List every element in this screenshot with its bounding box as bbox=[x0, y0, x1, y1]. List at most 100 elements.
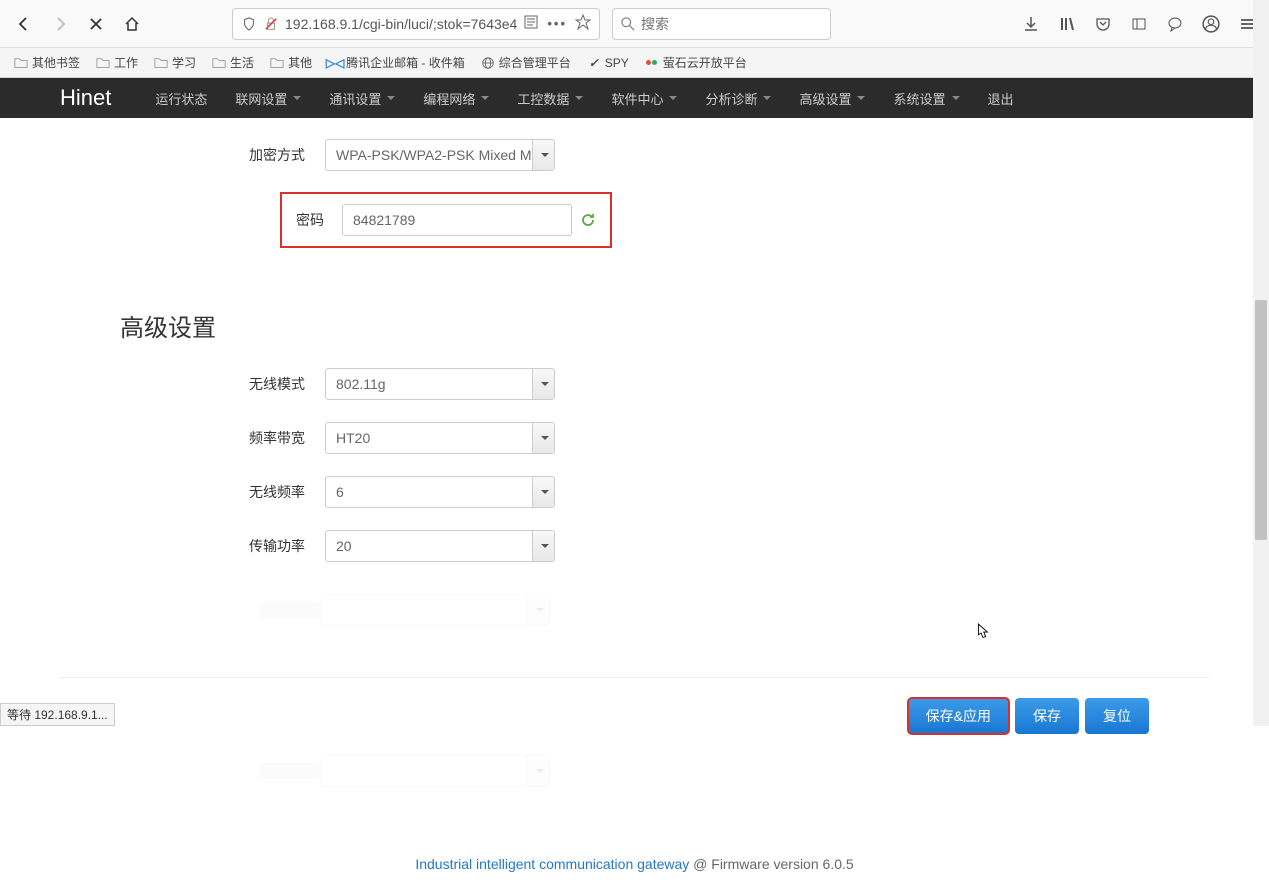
bookmark-folder[interactable]: 其他 bbox=[264, 50, 318, 75]
sidebar-icon[interactable] bbox=[1125, 10, 1153, 38]
download-icon[interactable] bbox=[1017, 10, 1045, 38]
reader-icon[interactable] bbox=[523, 14, 539, 33]
ghost-row bbox=[60, 754, 1209, 788]
wireless-mode-select[interactable]: 802.11g bbox=[325, 368, 555, 400]
chevron-down-icon bbox=[952, 96, 960, 100]
encryption-select[interactable]: WPA-PSK/WPA2-PSK Mixed Mo bbox=[325, 139, 555, 171]
library-icon[interactable] bbox=[1053, 10, 1081, 38]
menu-dots-icon[interactable]: ••• bbox=[547, 16, 567, 31]
nav-industrial-data[interactable]: 工控数据 bbox=[503, 78, 597, 118]
folder-icon bbox=[96, 56, 110, 70]
bookmark-folder[interactable]: 学习 bbox=[148, 50, 202, 75]
dropdown-btn[interactable] bbox=[532, 369, 554, 399]
status-bar: 等待 192.168.9.1... bbox=[0, 703, 115, 726]
txpower-label: 传输功率 bbox=[60, 536, 325, 556]
advanced-section-title: 高级设置 bbox=[120, 308, 1209, 343]
url-text: 192.168.9.1/cgi-bin/luci/;stok=7643e4 bbox=[285, 16, 517, 32]
bookmark-link[interactable]: ▷◁ 腾讯企业邮箱 - 收件箱 bbox=[322, 50, 471, 75]
refresh-icon[interactable] bbox=[580, 212, 596, 228]
button-row: 保存&应用 保存 复位 bbox=[60, 677, 1209, 754]
bookmark-link[interactable]: 综合管理平台 bbox=[475, 50, 577, 75]
nav-software[interactable]: 软件中心 bbox=[597, 78, 691, 118]
app-nav: Hinet 运行状态 联网设置 通讯设置 编程网络 工控数据 软件中心 分析诊断… bbox=[0, 78, 1269, 118]
scrollbar[interactable] bbox=[1253, 0, 1269, 726]
dropdown-btn[interactable] bbox=[532, 477, 554, 507]
home-button[interactable] bbox=[116, 8, 148, 40]
chevron-down-icon bbox=[541, 382, 549, 386]
shield-icon bbox=[241, 16, 257, 32]
nav-diagnostics[interactable]: 分析诊断 bbox=[691, 78, 785, 118]
password-row-highlighted: 密码 bbox=[280, 192, 612, 248]
bandwidth-label: 频率带宽 bbox=[60, 428, 325, 448]
brand-logo: Hinet bbox=[60, 85, 111, 111]
bandwidth-select[interactable]: HT20 bbox=[325, 422, 555, 454]
stop-button[interactable] bbox=[80, 8, 112, 40]
pocket-icon[interactable] bbox=[1089, 10, 1117, 38]
save-button[interactable]: 保存 bbox=[1015, 698, 1079, 734]
nav-advanced[interactable]: 高级设置 bbox=[785, 78, 879, 118]
mail-icon: ▷◁ bbox=[328, 56, 342, 70]
footer: Industrial intelligent communication gat… bbox=[0, 848, 1269, 880]
encryption-row: 加密方式 WPA-PSK/WPA2-PSK Mixed Mo bbox=[60, 138, 1209, 172]
globe-icon bbox=[481, 56, 495, 70]
nav-status[interactable]: 运行状态 bbox=[141, 78, 221, 118]
ezviz-icon bbox=[645, 56, 659, 70]
browser-search-input[interactable] bbox=[641, 16, 822, 32]
folder-icon bbox=[154, 56, 168, 70]
bookmark-folder[interactable]: 其他书签 bbox=[8, 50, 86, 75]
nav-communication[interactable]: 通讯设置 bbox=[315, 78, 409, 118]
chevron-down-icon bbox=[293, 96, 301, 100]
txpower-row: 传输功率 20 bbox=[60, 529, 1209, 563]
nav-network[interactable]: 联网设置 bbox=[221, 78, 315, 118]
bookmark-link[interactable]: 萤石云开放平台 bbox=[639, 50, 753, 75]
nav-logout[interactable]: 退出 bbox=[974, 78, 1028, 118]
save-apply-button[interactable]: 保存&应用 bbox=[908, 698, 1009, 734]
chevron-down-icon bbox=[541, 544, 549, 548]
chevron-down-icon bbox=[387, 96, 395, 100]
encryption-label: 加密方式 bbox=[60, 145, 325, 165]
password-label: 密码 bbox=[296, 210, 342, 230]
wireless-mode-row: 无线模式 802.11g bbox=[60, 367, 1209, 401]
browser-toolbar: 192.168.9.1/cgi-bin/luci/;stok=7643e4 ••… bbox=[0, 0, 1269, 48]
footer-version: @ Firmware version 6.0.5 bbox=[689, 856, 853, 872]
chevron-down-icon bbox=[541, 436, 549, 440]
dropdown-btn[interactable] bbox=[532, 140, 554, 170]
wireless-mode-label: 无线模式 bbox=[60, 374, 325, 394]
forward-button[interactable] bbox=[44, 8, 76, 40]
chevron-down-icon bbox=[857, 96, 865, 100]
bookmark-folder[interactable]: 生活 bbox=[206, 50, 260, 75]
chat-icon[interactable] bbox=[1161, 10, 1189, 38]
scrollbar-thumb[interactable] bbox=[1255, 300, 1267, 540]
folder-icon bbox=[270, 56, 284, 70]
dropdown-btn[interactable] bbox=[532, 423, 554, 453]
channel-select[interactable]: 6 bbox=[325, 476, 555, 508]
password-input[interactable] bbox=[342, 204, 572, 236]
txpower-select[interactable]: 20 bbox=[325, 530, 555, 562]
spy-icon: ✓ bbox=[587, 56, 601, 70]
bookmark-folder[interactable]: 工作 bbox=[90, 50, 144, 75]
account-icon[interactable] bbox=[1197, 10, 1225, 38]
folder-icon bbox=[14, 56, 28, 70]
url-bar[interactable]: 192.168.9.1/cgi-bin/luci/;stok=7643e4 ••… bbox=[232, 8, 600, 40]
insecure-icon bbox=[263, 16, 279, 32]
chevron-down-icon bbox=[481, 96, 489, 100]
dropdown-btn[interactable] bbox=[532, 531, 554, 561]
folder-icon bbox=[212, 56, 226, 70]
footer-link[interactable]: Industrial intelligent communication gat… bbox=[415, 856, 689, 872]
back-button[interactable] bbox=[8, 8, 40, 40]
search-icon bbox=[621, 17, 635, 31]
bookmarks-bar: 其他书签 工作 学习 生活 其他 ▷◁ 腾讯企业邮箱 - 收件箱 综合管理平台 … bbox=[0, 48, 1269, 78]
chevron-down-icon bbox=[541, 490, 549, 494]
chevron-down-icon bbox=[763, 96, 771, 100]
nav-system[interactable]: 系统设置 bbox=[879, 78, 973, 118]
content-area: 加密方式 WPA-PSK/WPA2-PSK Mixed Mo 密码 高级设置 无… bbox=[0, 118, 1269, 848]
bookmark-link[interactable]: ✓ SPY bbox=[581, 52, 635, 74]
star-icon[interactable] bbox=[575, 14, 591, 33]
ghost-row bbox=[60, 593, 1209, 627]
channel-row: 无线频率 6 bbox=[60, 475, 1209, 509]
bandwidth-row: 频率带宽 HT20 bbox=[60, 421, 1209, 455]
reset-button[interactable]: 复位 bbox=[1085, 698, 1149, 734]
nav-programming[interactable]: 编程网络 bbox=[409, 78, 503, 118]
chevron-down-icon bbox=[541, 153, 549, 157]
browser-search-bar[interactable] bbox=[612, 8, 831, 40]
